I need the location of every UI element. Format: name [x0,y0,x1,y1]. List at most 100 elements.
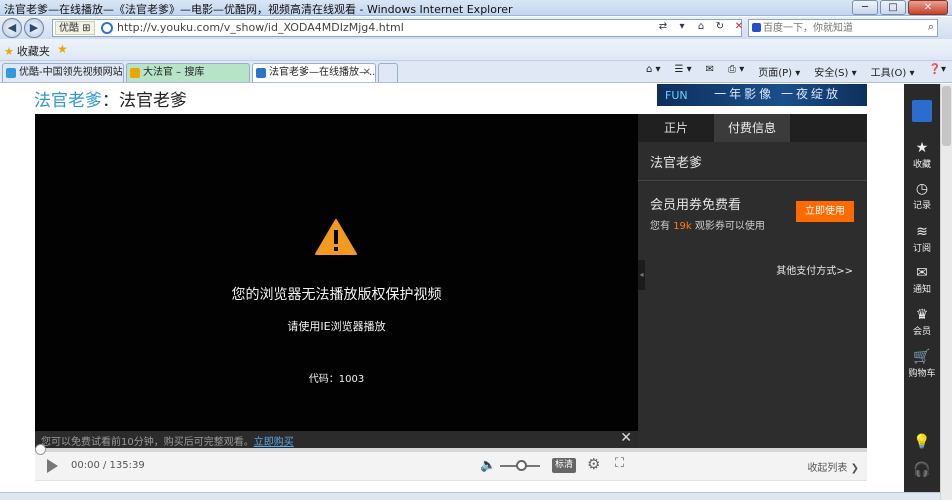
youku-icon [6,68,16,78]
youku-logo-icon[interactable] [912,100,932,122]
favorite-tool[interactable]: ★ 收藏 [904,140,940,170]
panel-tabs: 正片 付费信息 [638,114,867,142]
trial-notice: 您可以免费试看前10分钟，购买后可完整观看。立即购买 ✕ [35,430,638,448]
cart-tool[interactable]: 🛒 购物车 [904,349,940,379]
refresh-icon[interactable]: ↻ [712,19,728,34]
mail-icon[interactable]: ✉ [706,64,714,79]
minimize-button[interactable]: ─ [852,0,878,15]
history-tool[interactable]: ◷ 记录 [904,181,940,211]
tab-label: 优酷-中国领先视频网站,提... [19,67,124,78]
page-menu[interactable]: 页面(P) ▾ [758,64,800,79]
compat-view-icon[interactable]: ⇄ [655,19,671,34]
idea-tool[interactable]: 💡 [904,434,940,450]
star-icon: ★ [915,140,929,156]
error-title: 您的浏览器无法播放版权保护视频 [231,287,442,303]
coupon-count: 19k [673,221,692,232]
banner-logo: FUN [665,89,688,102]
mail-icon: ✉ [916,265,928,281]
panel-movie-title: 法官老爹 [650,156,703,171]
window-title: 法官老爹—在线播放—《法官老爹》—电影—优酷网，视频高清在线观看 - Windo… [4,3,513,16]
window-controls: ─ □ ✕ [852,0,948,16]
feeds-icon[interactable]: ☰ ▾ [674,64,691,79]
tab-close-icon[interactable]: ✕ [363,64,371,82]
tool-label: 购物车 [908,369,936,379]
tab-pay-info[interactable]: 付费信息 [714,114,790,142]
rss-icon[interactable]: ⌂ [693,19,709,34]
right-toolbar: ★ 收藏 ◷ 记录 ≋ 订阅 ✉ 通知 ♛ 会员 🛒 购物车 💡 🎧 [904,84,940,500]
progress-bar[interactable] [35,444,867,455]
tab-label: 法官老爹—在线播放—... [269,67,376,78]
vip-title: 会员用券免费看 [650,198,742,213]
volume-knob[interactable] [516,460,527,471]
status-bar [0,492,940,500]
banner-text: 一年影像 一夜绽放 [714,87,841,101]
rss-icon: ≋ [916,224,928,240]
buy-now-link[interactable]: 立即购买 [254,437,294,448]
tab-current-video[interactable]: 法官老爹—在线播放—... ✕ [252,63,376,82]
safety-menu[interactable]: 安全(S) ▾ [814,64,856,79]
use-coupon-button[interactable]: 立即使用 [796,201,854,222]
page-title: 法官老爹：法官老爹 [34,86,187,111]
play-button[interactable] [47,459,58,473]
favorites-bar: ★ 收藏夹 ★ [0,39,952,61]
volume-slider[interactable] [500,460,540,471]
favorites-button[interactable]: ★ 收藏夹 [4,43,50,59]
print-icon[interactable]: ⎙ ▾ [728,64,744,79]
search-box[interactable]: ⌕ [748,19,938,37]
ad-banner[interactable]: FUN 一年影像 一夜绽放 [657,84,867,106]
ie-icon [256,68,266,78]
panel-toggle-handle[interactable]: ◂ [638,260,645,290]
divider [638,180,867,181]
add-favorite-icon[interactable]: ★ [57,42,68,56]
close-window-button[interactable]: ✕ [908,0,948,15]
support-tool[interactable]: 🎧 [904,462,940,478]
subscribe-tool[interactable]: ≋ 订阅 [904,224,940,254]
tab-label: 大法官 – 搜库 [143,67,205,78]
vip-tool[interactable]: ♛ 会员 [904,307,940,337]
cart-icon: 🛒 [913,349,931,365]
episode-title: 法官老爹 [119,91,187,111]
tab-feature[interactable]: 正片 [638,114,714,142]
home-icon[interactable]: ⌂ ▾ [646,64,661,79]
progress-handle[interactable] [35,444,46,455]
help-menu[interactable]: ❓▾ [929,64,946,79]
site-badge[interactable]: 优酷 ⊞ [55,21,95,35]
command-bar: ⌂ ▾ ☰ ▾ ✉ ⎙ ▾ 页面(P) ▾ 安全(S) ▾ 工具(O) ▾ ❓▾ [646,64,946,79]
notify-tool[interactable]: ✉ 通知 [904,265,940,295]
dropdown-arrow-icon[interactable]: ▾ [674,19,690,34]
search-icon[interactable]: ⌕ [928,20,934,34]
fullscreen-icon[interactable]: ⛶ [615,456,624,471]
tab-youku-home[interactable]: 优酷-中国领先视频网站,提... [2,63,124,82]
coupon-suffix: 观影券可以使用 [694,221,765,232]
address-bar[interactable]: 优酷 ⊞ http://v.youku.com/v_show/id_XODA4M… [52,19,742,37]
close-notice-icon[interactable]: ✕ [620,430,632,446]
back-button[interactable]: ◀ [2,18,22,38]
favorites-label: 收藏夹 [16,45,50,58]
headset-icon: 🎧 [913,462,931,478]
tab-soku-search[interactable]: 大法官 – 搜库 [126,63,250,82]
gear-icon[interactable]: ⚙ [587,455,600,473]
tool-label: 会员 [912,327,931,337]
stop-icon[interactable]: ✕ [731,19,747,34]
other-payment-link[interactable]: 其他支付方式>> [776,262,853,277]
maximize-button[interactable]: □ [880,0,906,15]
url-text[interactable]: http://v.youku.com/v_show/id_XODA4MDIzMj… [117,21,404,34]
window-titlebar: 法官老爹—在线播放—《法官老爹》—电影—优酷网，视频高清在线观看 - Windo… [0,0,952,16]
new-tab-button[interactable] [378,63,398,82]
collapse-list-button[interactable]: 收起列表 ❯ [807,459,859,474]
show-link[interactable]: 法官老爹 [34,91,102,111]
video-player[interactable]: 您的浏览器无法播放版权保护视频 请使用IE浏览器播放 代码：1003 您可以免费… [35,114,638,451]
search-input[interactable] [763,21,913,35]
lightbulb-icon: 💡 [913,434,931,450]
volume-icon[interactable]: 🔈 [480,458,496,473]
page-scrollbar[interactable] [940,84,952,500]
quality-button[interactable]: 标清 [552,458,576,473]
tools-menu[interactable]: 工具(O) ▾ [871,64,915,79]
forward-button[interactable]: ▶ [24,18,44,38]
soku-icon [130,68,140,78]
scroll-thumb[interactable] [942,86,951,146]
crown-icon: ♛ [915,307,929,323]
tool-label: 收藏 [912,160,931,170]
address-tools: ⇄ ▾ ⌂ ↻ ✕ [655,19,747,34]
address-row: ◀ ▶ 优酷 ⊞ http://v.youku.com/v_show/id_XO… [0,17,952,39]
